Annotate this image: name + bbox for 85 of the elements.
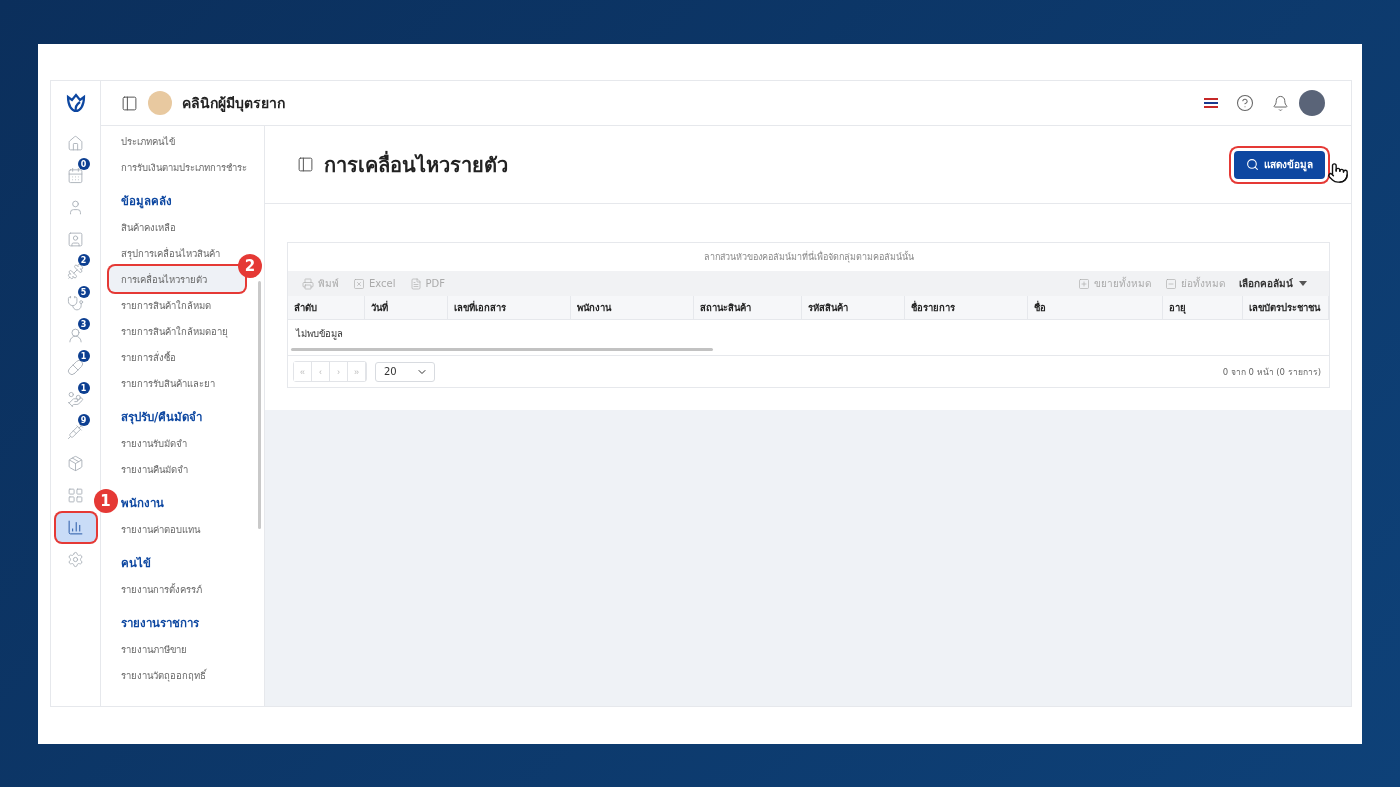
column-header[interactable]: ชื่อรายการ bbox=[905, 296, 1028, 319]
count-badge: 2 bbox=[77, 254, 90, 266]
id-card-icon bbox=[67, 231, 84, 248]
sidebar-item[interactable]: รายงานภาษีขาย bbox=[109, 636, 195, 662]
minus-box-icon bbox=[1165, 277, 1177, 290]
sidebar-item[interactable]: รายงานการตั้งครรภ์ bbox=[109, 576, 210, 602]
x-box-icon bbox=[353, 277, 365, 290]
help-icon[interactable] bbox=[1236, 94, 1254, 112]
flag-icon[interactable] bbox=[1204, 98, 1218, 108]
sidebar-heading: ข้อมูลคลัง bbox=[120, 193, 173, 211]
group-hint: ลากส่วนหัวของคอลัมน์มาที่นี่เพื่อจัดกลุ่มตามคอลัมน์นั้น bbox=[702, 250, 915, 265]
nav-rail-item[interactable]: 5 bbox=[55, 289, 96, 318]
column-header[interactable]: เลขบัตรประชาชน bbox=[1243, 296, 1329, 319]
home-icon bbox=[67, 135, 84, 152]
page-size-select[interactable]: 20 bbox=[375, 361, 435, 382]
sidebar-heading: สรุปรับ/คืนมัดจำ bbox=[120, 409, 204, 427]
page-title: การเคลื่อนไหวรายตัว bbox=[324, 150, 509, 179]
document-icon bbox=[409, 277, 422, 290]
choose-columns-button[interactable]: เลือกคอลัมน์ bbox=[1239, 276, 1315, 291]
count-badge: 1 bbox=[77, 350, 90, 362]
sidebar-toggle-icon[interactable] bbox=[121, 94, 138, 112]
panel-icon bbox=[297, 156, 314, 173]
column-header[interactable]: อายุ bbox=[1163, 296, 1243, 319]
user-icon bbox=[67, 199, 84, 216]
sidebar-item[interactable]: รายการสั่งซื้อ bbox=[109, 344, 184, 370]
settings-icon bbox=[67, 551, 84, 568]
sidebar-item[interactable]: รายงานรับมัดจำ bbox=[109, 430, 195, 456]
user-avatar[interactable] bbox=[1299, 90, 1325, 116]
nav-rail-item[interactable]: 9 bbox=[55, 417, 96, 446]
nav-rail-item[interactable]: 0 bbox=[55, 161, 96, 190]
printer-icon bbox=[302, 277, 314, 290]
sidebar-item[interactable]: รายการสินค้าใกล้หมดอายุ bbox=[109, 318, 236, 344]
package-icon bbox=[67, 455, 84, 472]
column-header[interactable]: รหัสสินค้า bbox=[802, 296, 905, 319]
bell-icon[interactable] bbox=[1272, 94, 1289, 112]
count-badge: 1 bbox=[77, 382, 90, 394]
search-icon bbox=[1246, 158, 1259, 171]
hand-pointer-icon bbox=[1327, 162, 1349, 184]
column-header[interactable]: เลขที่เอกสาร bbox=[448, 296, 571, 319]
grid-icon bbox=[67, 487, 84, 504]
sidebar-heading: คนไข้ bbox=[120, 555, 152, 572]
sidebar-item[interactable]: รายงานวัตถุออกฤทธิ์ bbox=[109, 662, 214, 688]
sidebar-item[interactable]: การรับเงินตามประเภทการชำระ bbox=[109, 154, 255, 180]
scrollbar[interactable] bbox=[258, 281, 261, 529]
column-header[interactable]: วันที่ bbox=[365, 296, 448, 319]
scrollbar[interactable] bbox=[291, 348, 713, 351]
nav-rail-item[interactable] bbox=[55, 513, 96, 542]
person-icon bbox=[67, 327, 84, 344]
sidebar-item[interactable]: รายงานค่าตอบแทน bbox=[109, 516, 208, 542]
sidebar-item[interactable]: สรุปการเคลื่อนไหวสินค้า bbox=[109, 240, 228, 266]
bar-chart-icon bbox=[67, 519, 84, 536]
nav-rail-item[interactable]: 2 bbox=[55, 257, 96, 286]
nav-rail-item[interactable]: 3 bbox=[55, 321, 96, 350]
column-header[interactable]: สถานะสินค้า bbox=[694, 296, 802, 319]
stethoscope-icon bbox=[67, 295, 84, 312]
pill-icon bbox=[67, 359, 84, 376]
sidebar-item[interactable]: รายการสินค้าใกล้หมด bbox=[109, 292, 219, 318]
count-badge: 9 bbox=[77, 414, 90, 426]
step-number: 2 bbox=[238, 254, 262, 278]
column-header[interactable]: ลำดับ bbox=[288, 296, 365, 319]
caret-icon bbox=[1299, 281, 1307, 286]
count-badge: 0 bbox=[77, 158, 90, 170]
page-summary: 0 จาก 0 หน้า (0 รายการ) bbox=[1222, 365, 1322, 379]
sidebar-item[interactable]: รายการรับสินค้าและยา bbox=[109, 370, 223, 396]
sidebar-item[interactable]: รายงานคืนมัดจำ bbox=[109, 456, 196, 482]
dumbbell-icon bbox=[67, 263, 84, 280]
clinic-name: คลินิกผู้มีบุตรยาก bbox=[182, 94, 285, 114]
syringe-icon bbox=[67, 423, 84, 440]
count-badge: 5 bbox=[77, 286, 90, 298]
column-header[interactable]: พนักงาน bbox=[571, 296, 694, 319]
empty-message: ไม่พบข้อมูล bbox=[296, 326, 343, 341]
sidebar-heading: รายงานราชการ bbox=[120, 615, 200, 632]
step-number: 1 bbox=[93, 489, 118, 513]
column-header[interactable]: ชื่อ bbox=[1028, 296, 1163, 319]
sidebar-item[interactable]: ประเภทคนไข้ bbox=[109, 128, 183, 154]
sidebar-item[interactable]: สินค้าคงเหลือ bbox=[109, 214, 184, 240]
hand-coin-icon bbox=[67, 391, 84, 408]
sidebar-heading: พนักงาน bbox=[120, 495, 165, 512]
nav-rail-item[interactable]: 1 bbox=[55, 353, 96, 382]
clinic-avatar bbox=[148, 91, 172, 115]
count-badge: 3 bbox=[77, 318, 90, 330]
calendar-icon bbox=[67, 167, 84, 184]
nav-rail-item[interactable]: 1 bbox=[55, 385, 96, 414]
plus-box-icon bbox=[1078, 277, 1090, 290]
sidebar-item[interactable]: การเคลื่อนไหวรายตัว bbox=[109, 266, 245, 292]
